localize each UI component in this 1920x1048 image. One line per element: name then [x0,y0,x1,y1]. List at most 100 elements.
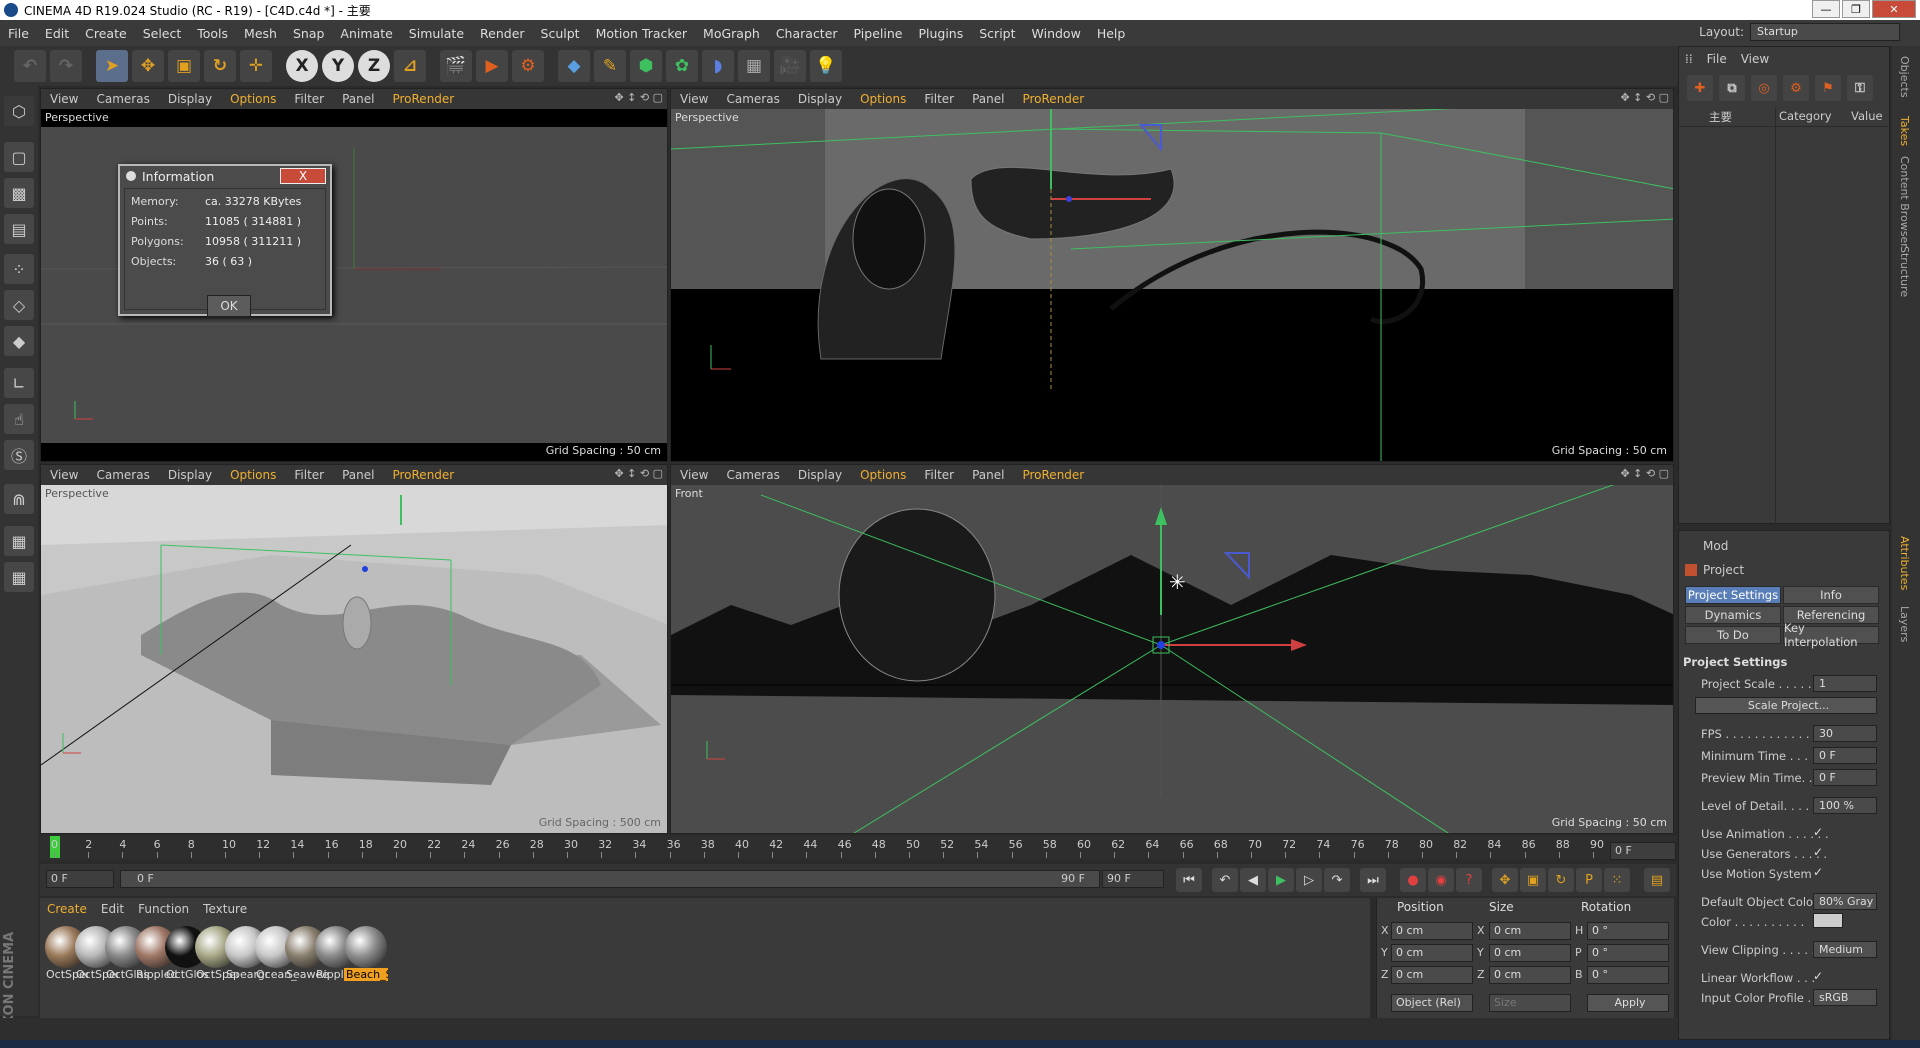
viewport-menu-cameras[interactable]: Cameras [717,468,788,482]
y-axis-lock-icon[interactable]: Y [322,50,354,82]
position-z-field[interactable]: 0 cm [1391,966,1473,984]
viewport-menu-options[interactable]: Options [221,468,285,482]
tab-info[interactable]: Info [1783,586,1879,604]
viewport-menu-display[interactable]: Display [789,92,851,106]
next-frame-icon[interactable]: ▷ [1296,868,1322,892]
viewport-menu-options[interactable]: Options [221,92,285,106]
pen-spline-icon[interactable]: ✎ [594,50,626,82]
size-x-field[interactable]: 0 cm [1489,922,1571,940]
size-z-field[interactable]: 0 cm [1489,966,1571,984]
menu-render[interactable]: Render [472,26,533,41]
viewport-menu-prorender[interactable]: ProRender [383,468,463,482]
record-point-level-icon[interactable]: ⁙ [1604,868,1630,892]
rotation-p-field[interactable]: 0 ° [1587,944,1669,962]
redo-icon[interactable]: ↷ [50,50,82,82]
menu-window[interactable]: Window [1024,26,1089,41]
side-tab-takes[interactable]: Takes [1898,116,1911,146]
menu-animate[interactable]: Animate [332,26,400,41]
attribute-mode-menu[interactable]: Mod [1703,539,1728,553]
autokeying-icon[interactable]: ◉ [1428,868,1454,892]
viewport-menu-cameras[interactable]: Cameras [87,468,158,482]
menu-motion-tracker[interactable]: Motion Tracker [588,26,695,41]
menu-edit[interactable]: Edit [37,26,77,41]
viewport-nav-icons[interactable]: ✥ ↕ ⟲ ▢ [614,91,663,104]
record-active-objects-icon[interactable]: ● [1400,868,1426,892]
side-tab-content-browser[interactable]: Content Browser [1898,156,1911,248]
viewport-nav-icons[interactable]: ✥ ↕ ⟲ ▢ [614,467,663,480]
tweak-mode-icon[interactable]: ☝ [4,404,34,434]
planar-workplane-icon[interactable]: ▦ [4,562,34,592]
preview-min-time-field[interactable]: 0 F [1813,769,1877,786]
record-rotation-icon[interactable]: ↻ [1548,868,1574,892]
viewport-menu-view[interactable]: View [671,468,717,482]
menu-mesh[interactable]: Mesh [236,26,285,41]
scale-project-button[interactable]: Scale Project... [1695,697,1877,714]
viewport-menu-prorender[interactable]: ProRender [1013,92,1093,106]
go-to-start-icon[interactable]: ⏮ [1176,868,1202,892]
undo-icon[interactable]: ↶ [14,50,46,82]
polygons-mode-icon[interactable]: ◆ [4,326,34,356]
viewport-menu-options[interactable]: Options [851,92,915,106]
viewport-menu-filter[interactable]: Filter [285,92,333,106]
timeline-window-icon[interactable]: ▤ [1644,868,1670,892]
viewport-menu-display[interactable]: Display [789,468,851,482]
edges-mode-icon[interactable]: ◇ [4,290,34,320]
viewport-nav-icons[interactable]: ✥ ↕ ⟲ ▢ [1620,91,1669,104]
apply-button[interactable]: Apply [1587,994,1669,1012]
viewport-menu-display[interactable]: Display [159,92,221,106]
current-frame-field[interactable]: 0 F [1610,842,1676,860]
solo-mode-icon[interactable]: Ⓢ [4,440,34,470]
position-x-field[interactable]: 0 cm [1391,922,1473,940]
viewport-menu-panel[interactable]: Panel [963,468,1013,482]
view-clipping-dropdown[interactable]: Medium [1813,941,1877,958]
project-scale-field[interactable]: 1 [1813,675,1877,692]
workplane-mode-icon[interactable]: ▤ [4,214,34,244]
maximize-button[interactable]: ❐ [1842,0,1870,18]
default-object-color-dropdown[interactable]: 80% Gray [1813,893,1877,910]
render-view-icon[interactable]: 🎬 [440,50,472,82]
minimum-time-field[interactable]: 0 F [1813,747,1877,764]
menu-plugins[interactable]: Plugins [910,26,971,41]
rotate-tool-icon[interactable]: ↻ [204,50,236,82]
start-frame-field[interactable]: 0 F [46,870,114,888]
lock-overrides-icon[interactable]: ⚿ [1847,75,1873,101]
light-icon[interactable]: 💡 [810,50,842,82]
viewport-menu-display[interactable]: Display [159,468,221,482]
select-tool-icon[interactable]: ➤ [96,50,128,82]
viewport-nav-icons[interactable]: ✥ ↕ ⟲ ▢ [1620,467,1669,480]
menu-pipeline[interactable]: Pipeline [846,26,911,41]
previous-key-icon[interactable]: ↶ [1212,868,1238,892]
deformer-icon[interactable]: ◗ [702,50,734,82]
override-icon[interactable]: ◎ [1751,75,1777,101]
viewport-top-right[interactable]: View Cameras Display Options Filter Pane… [670,88,1674,462]
viewport-menu-view[interactable]: View [41,92,87,106]
side-tab-structure[interactable]: Structure [1898,246,1911,297]
camera-icon[interactable]: 🎥 [774,50,806,82]
preview-range-slider[interactable]: 0 F 90 F [120,870,1100,888]
viewport-menu-prorender[interactable]: ProRender [383,92,463,106]
record-parameter-icon[interactable]: P [1576,868,1602,892]
menu-file[interactable]: File [0,26,37,41]
go-to-end-icon[interactable]: ⏭ [1360,868,1386,892]
color-swatch[interactable] [1813,913,1843,928]
floor-icon[interactable]: ▦ [738,50,770,82]
z-axis-lock-icon[interactable]: Z [358,50,390,82]
auto-take-icon[interactable]: ⚑ [1815,75,1841,101]
side-tab-layers[interactable]: Layers [1898,606,1911,642]
viewport-menu-view[interactable]: View [671,92,717,106]
coordinate-system-icon[interactable]: ⊿ [394,50,426,82]
size-y-field[interactable]: 0 cm [1489,944,1571,962]
linear-workflow-checkbox[interactable]: ✓ [1813,969,1823,983]
end-frame-field[interactable]: 90 F [1102,870,1164,888]
menu-sculpt[interactable]: Sculpt [533,26,588,41]
viewport-bottom-right[interactable]: View Cameras Display Options Filter Pane… [670,464,1674,834]
subdivision-surface-icon[interactable]: ⬢ [630,50,662,82]
make-editable-icon[interactable]: ⬡ [4,96,34,126]
render-picture-viewer-icon[interactable]: ▶ [476,50,508,82]
material-thumbnail[interactable]: Beach_S [344,926,388,981]
viewport-menu-filter[interactable]: Filter [915,468,963,482]
previous-frame-icon[interactable]: ◀ [1240,868,1266,892]
minimize-button[interactable]: — [1812,0,1840,18]
tab-project-settings[interactable]: Project Settings [1685,586,1781,604]
group-override-icon[interactable]: ⚙ [1783,75,1809,101]
